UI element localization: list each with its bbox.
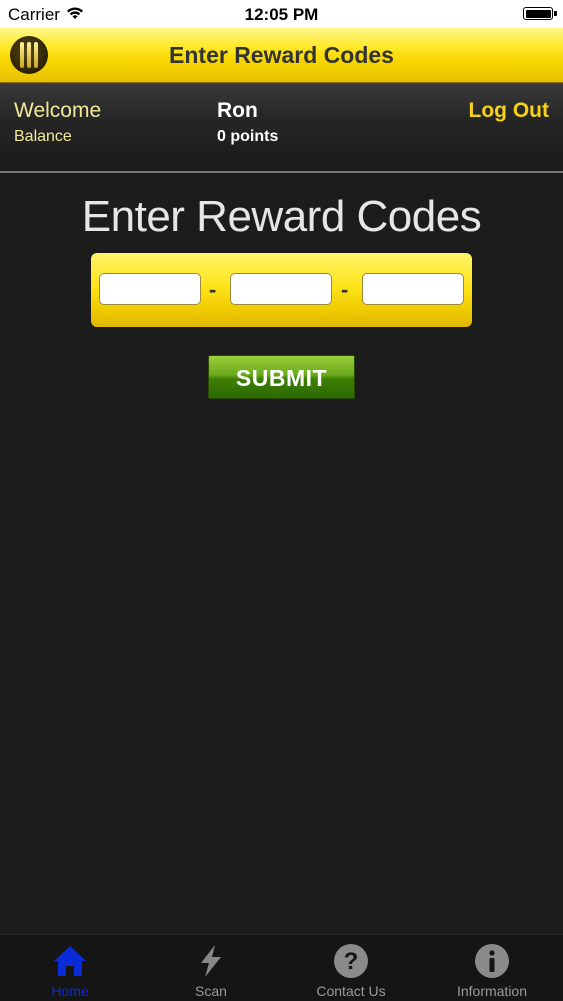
- info-icon: [474, 943, 510, 979]
- tab-contact-us[interactable]: ? Contact Us: [281, 935, 421, 1001]
- status-bar: Carrier 12:05 PM: [0, 0, 563, 28]
- lightning-icon: [193, 943, 229, 979]
- reward-code-form: - -: [91, 253, 472, 327]
- points-value: 0 points: [217, 128, 279, 145]
- section-heading: Enter Reward Codes: [81, 192, 482, 241]
- home-icon: [52, 943, 88, 979]
- svg-text:?: ?: [344, 948, 359, 975]
- tab-label: Information: [456, 983, 528, 999]
- user-name: Ron: [217, 99, 258, 122]
- code-separator: -: [341, 277, 349, 302]
- tab-scan[interactable]: Scan: [141, 935, 281, 1001]
- clock: 12:05 PM: [244, 5, 319, 24]
- user-info-bar: Welcome Balance Ron 0 points Log Out: [0, 83, 563, 173]
- nav-bar: Enter Reward Codes: [0, 28, 563, 83]
- code-field-1[interactable]: [99, 273, 201, 305]
- tab-label: Contact Us: [316, 983, 386, 999]
- tab-label: Home: [51, 983, 89, 999]
- submit-button[interactable]: SUBMIT: [208, 355, 355, 399]
- code-field-2[interactable]: [230, 273, 332, 305]
- battery-icon: [523, 7, 557, 20]
- page-title: Enter Reward Codes: [169, 42, 394, 68]
- tab-label: Scan: [195, 983, 227, 999]
- tab-home[interactable]: Home: [0, 935, 140, 1001]
- question-icon: ?: [333, 943, 369, 979]
- code-field-3[interactable]: [362, 273, 464, 305]
- balance-label: Balance: [14, 128, 72, 145]
- welcome-label: Welcome: [14, 99, 102, 122]
- tab-information[interactable]: Information: [422, 935, 562, 1001]
- code-separator: -: [209, 277, 217, 302]
- tab-bar: Home Scan ? Contact Us Information: [0, 934, 563, 1001]
- logout-button[interactable]: Log Out: [469, 99, 549, 123]
